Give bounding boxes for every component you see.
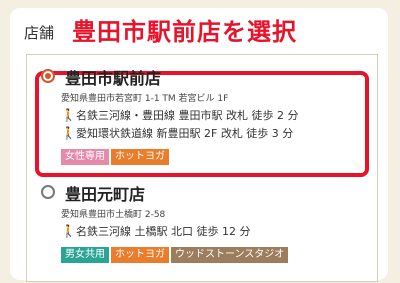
access-text: 名鉄三河線 土橋駅 北口 徒歩 12 分 — [76, 225, 251, 238]
tag-women-only: 女性専用 — [61, 149, 109, 165]
store-tags: 女性専用 ホットヨガ — [61, 149, 169, 165]
walking-person-icon: 🚶 — [61, 108, 76, 122]
tag-mixed-gender: 男女共用 — [61, 247, 109, 263]
store-address: 愛知県豊田市土橋町 2-58 — [61, 210, 166, 220]
radio-unselected-icon[interactable] — [41, 185, 55, 199]
store-name: 豊田元町店 — [65, 185, 146, 204]
store-option-toyotashi-ekimae[interactable]: 豊田市駅前店 愛知県豊田市若宮町 1-1 TM 若宮ビル 1F 🚶 名鉄三河線・… — [27, 61, 377, 177]
store-select-card: 店舗 豊田市駅前店を選択 豊田市駅前店 愛知県豊田市若宮町 1-1 TM 若宮ビ… — [10, 8, 388, 282]
tag-hot-yoga: ホットヨガ — [111, 149, 169, 165]
store-option-toyota-motomachi[interactable]: 豊田元町店 愛知県豊田市土橋町 2-58 🚶 名鉄三河線 土橋駅 北口 徒歩 1… — [27, 173, 377, 283]
walking-person-icon: 🚶 — [61, 126, 76, 140]
instruction-callout: 豊田市駅前店を選択 — [72, 18, 297, 46]
access-text: 愛知環状鉄道線 新豊田駅 2F 改札 徒歩 3 分 — [76, 127, 294, 140]
access-text: 名鉄三河線・豊田線 豊田市駅 改札 徒歩 2 分 — [76, 109, 299, 122]
store-name: 豊田市駅前店 — [65, 69, 162, 88]
tag-woodstone-studio: ウッドストーンスタジオ — [171, 247, 289, 263]
access-line: 🚶 愛知環状鉄道線 新豊田駅 2F 改札 徒歩 3 分 — [61, 125, 293, 141]
access-line: 🚶 名鉄三河線・豊田線 豊田市駅 改札 徒歩 2 分 — [61, 107, 298, 123]
store-tags: 男女共用 ホットヨガ ウッドストーンスタジオ — [61, 247, 289, 263]
radio-selected-icon[interactable] — [41, 69, 55, 83]
access-line: 🚶 名鉄三河線 土橋駅 北口 徒歩 12 分 — [61, 223, 250, 239]
section-label: 店舗 — [24, 24, 55, 42]
store-list: 豊田市駅前店 愛知県豊田市若宮町 1-1 TM 若宮ビル 1F 🚶 名鉄三河線・… — [26, 54, 378, 282]
store-address: 愛知県豊田市若宮町 1-1 TM 若宮ビル 1F — [61, 94, 229, 104]
walking-person-icon: 🚶 — [61, 224, 76, 238]
tag-hot-yoga: ホットヨガ — [111, 247, 169, 263]
